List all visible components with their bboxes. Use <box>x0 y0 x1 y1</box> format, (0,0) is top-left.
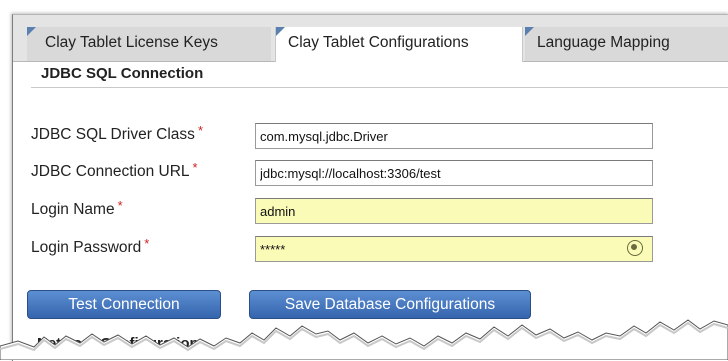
field-label-text: Login Name <box>31 201 115 218</box>
field-label-text: JDBC Connection URL <box>31 163 190 180</box>
connection-url-input[interactable] <box>255 160 653 186</box>
required-marker: * <box>144 236 150 251</box>
field-label-text: JDBC SQL Driver Class <box>31 126 195 143</box>
tab-strip: Clay Tablet License Keys Clay Tablet Con… <box>13 15 728 62</box>
section-title: JDBC SQL Connection <box>41 65 204 82</box>
login-name-label: Login Name * <box>31 198 123 219</box>
password-manager-icon[interactable] <box>627 240 643 256</box>
section-divider <box>31 87 728 88</box>
required-marker: * <box>192 160 198 175</box>
login-password-input[interactable] <box>255 236 653 262</box>
login-name-input[interactable] <box>255 198 653 224</box>
connection-url-label: JDBC Connection URL * <box>31 160 198 181</box>
save-database-configurations-button[interactable]: Save Database Configurations <box>249 290 531 319</box>
required-marker: * <box>197 123 203 138</box>
field-label-text: Login Password <box>31 239 142 256</box>
driver-class-input[interactable] <box>255 123 653 149</box>
tab-label: Clay Tablet Configurations <box>288 34 469 51</box>
tab-language-mapping[interactable]: Language Mapping <box>525 27 728 61</box>
tab-corner-icon <box>27 27 36 36</box>
tab-label: Clay Tablet License Keys <box>45 34 218 51</box>
tab-configurations[interactable]: Clay Tablet Configurations <box>275 27 523 62</box>
tab-license-keys[interactable]: Clay Tablet License Keys <box>27 27 271 61</box>
driver-class-label: JDBC SQL Driver Class * <box>31 123 203 144</box>
tab-label: Language Mapping <box>537 34 670 51</box>
test-connection-button[interactable]: Test Connection <box>27 290 221 319</box>
network-configuration-heading: Network Configuration <box>37 335 199 352</box>
tab-corner-icon <box>276 27 285 36</box>
login-password-label: Login Password * <box>31 236 150 257</box>
tab-corner-icon <box>525 27 534 36</box>
config-panel: Clay Tablet License Keys Clay Tablet Con… <box>12 14 728 361</box>
required-marker: * <box>117 198 123 213</box>
